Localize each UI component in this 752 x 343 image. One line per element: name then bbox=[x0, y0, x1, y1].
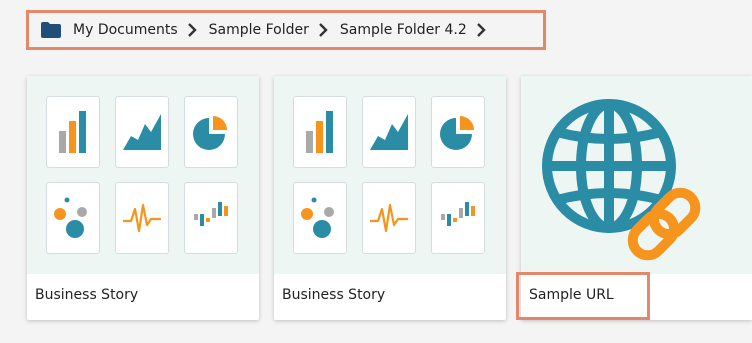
card-title: Business Story bbox=[282, 287, 386, 303]
story-card[interactable]: Business Story bbox=[274, 76, 506, 320]
card-title: Business Story bbox=[35, 287, 139, 303]
area-chart-icon bbox=[362, 96, 416, 168]
waveform-icon bbox=[115, 182, 169, 254]
bubble-chart-icon bbox=[293, 182, 347, 254]
pie-chart-icon bbox=[184, 96, 238, 168]
story-thumbnail bbox=[27, 76, 259, 274]
waveform-icon bbox=[362, 182, 416, 254]
chevron-right-icon bbox=[187, 23, 197, 37]
breadcrumb-item-sample-folder[interactable]: Sample Folder bbox=[209, 22, 309, 38]
bar-chart-icon bbox=[46, 96, 100, 168]
globe-link-icon bbox=[539, 94, 729, 268]
breadcrumb: My Documents Sample Folder Sample Folder… bbox=[26, 10, 546, 50]
waterfall-chart-icon bbox=[431, 182, 485, 254]
chevron-right-icon bbox=[318, 23, 328, 37]
sample-url-highlight bbox=[516, 272, 650, 320]
chevron-right-icon[interactable] bbox=[476, 23, 486, 37]
url-thumbnail bbox=[521, 76, 752, 274]
story-card[interactable]: Business Story bbox=[27, 76, 259, 320]
folder-icon bbox=[41, 22, 61, 38]
breadcrumb-item-my-documents[interactable]: My Documents bbox=[73, 22, 178, 38]
story-thumbnail bbox=[274, 76, 506, 274]
waterfall-chart-icon bbox=[184, 182, 238, 254]
pie-chart-icon bbox=[431, 96, 485, 168]
area-chart-icon bbox=[115, 96, 169, 168]
bubble-chart-icon bbox=[46, 182, 100, 254]
breadcrumb-item-sample-folder-4-2[interactable]: Sample Folder 4.2 bbox=[340, 22, 467, 38]
bar-chart-icon bbox=[293, 96, 347, 168]
